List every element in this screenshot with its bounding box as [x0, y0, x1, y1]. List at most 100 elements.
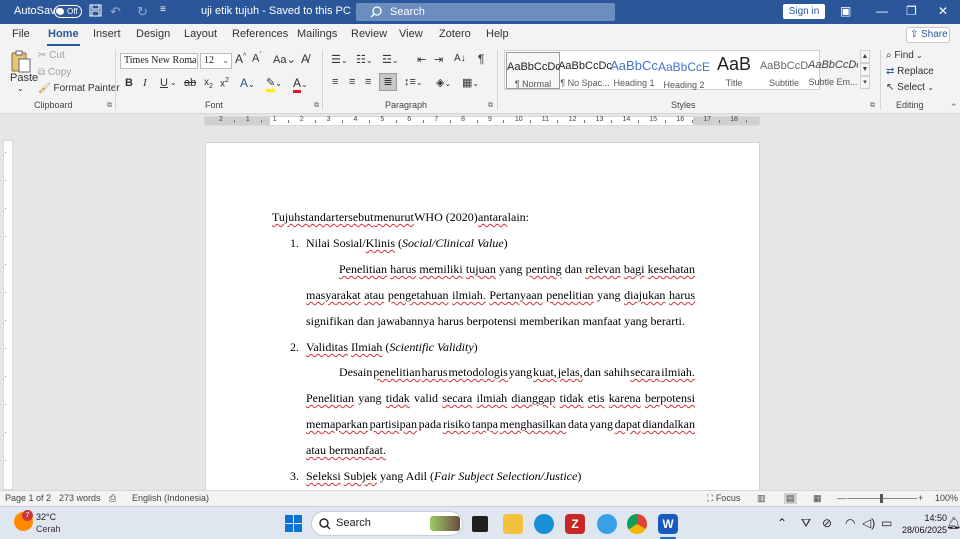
tab-mailings[interactable]: Mailings: [297, 28, 337, 40]
subscript-icon[interactable]: x2: [204, 77, 213, 90]
weather-condition[interactable]: Cerah: [36, 524, 61, 534]
tab-help[interactable]: Help: [486, 28, 509, 40]
justify-icon[interactable]: ≣: [379, 73, 397, 91]
tab-review[interactable]: Review: [351, 28, 387, 40]
style-heading-2[interactable]: AaBbCcE Heading 2: [657, 52, 711, 90]
file-explorer-icon[interactable]: [503, 514, 523, 534]
autosave-toggle[interactable]: Off: [54, 5, 82, 18]
italic-icon[interactable]: I: [143, 77, 147, 89]
restore-icon[interactable]: ❐: [906, 4, 917, 18]
ribbon-display-icon[interactable]: ▣: [840, 4, 851, 18]
style-title[interactable]: AaB Title: [707, 52, 761, 89]
camera-off-icon[interactable]: ⊘: [822, 516, 832, 530]
save-icon[interactable]: [89, 4, 102, 20]
volume-icon[interactable]: ◁): [862, 516, 875, 530]
align-center-icon[interactable]: ≡: [349, 76, 355, 88]
bullets-icon[interactable]: ☰⌄: [331, 53, 348, 66]
paste-button[interactable]: Paste: [10, 72, 38, 84]
chrome-icon[interactable]: [627, 514, 647, 534]
align-right-icon[interactable]: ≡: [365, 76, 371, 88]
gallery-down-icon[interactable]: ▼: [860, 63, 870, 76]
triangle-app-icon[interactable]: ⛛: [801, 516, 811, 531]
gallery-more-icon[interactable]: ▾: [860, 76, 870, 89]
clipboard-launcher-icon[interactable]: ⧉: [107, 102, 112, 110]
font-size-select[interactable]: 12 ⌄: [200, 53, 232, 69]
style-heading-1[interactable]: AaBbCc Heading 1: [607, 52, 661, 89]
edge-icon[interactable]: [534, 514, 554, 534]
bold-icon[interactable]: B: [125, 77, 133, 89]
paragraph-launcher-icon[interactable]: ⧉: [488, 102, 493, 110]
highlight-icon[interactable]: ✎⌄: [266, 76, 282, 92]
align-left-icon[interactable]: ≡: [332, 76, 338, 88]
sign-in-button[interactable]: Sign in: [783, 4, 825, 19]
chevron-down-icon[interactable]: ⌄: [170, 78, 177, 87]
tab-references[interactable]: References: [232, 28, 288, 40]
web-layout-icon[interactable]: ▦: [813, 493, 822, 504]
word-count[interactable]: 273 words: [59, 493, 101, 503]
redo-icon[interactable]: ↻: [137, 4, 148, 20]
borders-icon[interactable]: ▦⌄: [462, 76, 479, 89]
vertical-ruler[interactable]: · · · · · · · · · · · ·: [3, 140, 13, 490]
increase-indent-icon[interactable]: ⇥: [434, 53, 443, 66]
zoom-level[interactable]: 100%: [935, 493, 958, 503]
gallery-up-icon[interactable]: ▲: [860, 50, 870, 63]
style-no-spacing[interactable]: AaBbCcDc ¶ No Spac...: [558, 52, 612, 89]
show-formatting-icon[interactable]: ¶: [478, 52, 484, 66]
select-button[interactable]: ↖ Select ⌄: [886, 82, 934, 93]
temperature[interactable]: 32°C: [36, 512, 56, 522]
collapse-ribbon-icon[interactable]: ⌃: [950, 102, 958, 113]
word-icon[interactable]: W: [658, 514, 678, 534]
shading-icon[interactable]: ◈⌄: [436, 76, 451, 89]
undo-icon[interactable]: ↶: [110, 4, 121, 20]
print-layout-icon[interactable]: ▤: [784, 493, 797, 504]
close-icon[interactable]: ✕: [938, 4, 948, 18]
copilot-icon[interactable]: [597, 514, 617, 534]
tab-file[interactable]: File: [12, 28, 30, 40]
task-view-icon[interactable]: [472, 516, 488, 532]
grow-font-icon[interactable]: A^: [235, 52, 246, 66]
windows-start-icon[interactable]: [285, 515, 302, 532]
zoom-in-icon[interactable]: +: [918, 493, 923, 503]
font-launcher-icon[interactable]: ⧉: [314, 102, 319, 110]
search-box[interactable]: Search: [356, 3, 615, 21]
replace-button[interactable]: ⇄ Replace: [886, 66, 934, 77]
document-page[interactable]: Tujuh standar tersebut menurut WHO (2020…: [205, 142, 760, 492]
cut-button[interactable]: ✂ Cut: [38, 50, 65, 61]
chevron-up-icon[interactable]: ⌃: [777, 516, 787, 530]
minimize-icon[interactable]: —: [876, 4, 888, 18]
paste-dropdown-icon[interactable]: ⌄: [17, 84, 24, 93]
clock[interactable]: 14:50 28/06/2025: [902, 512, 947, 536]
customize-toolbar-icon[interactable]: ≡: [160, 4, 166, 15]
shrink-font-icon[interactable]: Aˇ: [252, 52, 262, 65]
tab-zotero[interactable]: Zotero: [439, 28, 471, 40]
page-count[interactable]: Page 1 of 2: [5, 493, 51, 503]
style-subtitle[interactable]: AaBbCcD Subtitle: [757, 52, 811, 89]
tab-home[interactable]: Home: [47, 28, 80, 46]
language[interactable]: English (Indonesia): [132, 493, 209, 503]
taskbar-search[interactable]: Search: [311, 511, 463, 536]
tab-design[interactable]: Design: [136, 28, 170, 40]
multilevel-list-icon[interactable]: ☲⌄: [382, 53, 399, 66]
zotero-icon[interactable]: Z: [565, 514, 585, 534]
superscript-icon[interactable]: x2: [220, 77, 229, 89]
notification-bell-icon[interactable]: 🔔︎: [946, 516, 960, 530]
style-normal[interactable]: AaBbCcDc ¶ Normal: [506, 52, 560, 89]
share-button[interactable]: Share: [906, 27, 950, 43]
copy-button[interactable]: ⧉ Copy: [38, 67, 71, 78]
proofing-icon[interactable]: ⎙: [109, 493, 116, 504]
numbering-icon[interactable]: ☷⌄: [356, 53, 373, 66]
font-family-select[interactable]: Times New Roma ⌄: [120, 53, 198, 69]
clear-formatting-icon[interactable]: A̸: [301, 52, 309, 66]
tab-insert[interactable]: Insert: [93, 28, 121, 40]
zoom-slider-thumb[interactable]: [880, 494, 883, 503]
style-subtle-emphasis[interactable]: AaBbCcDc Subtle Em...: [808, 51, 858, 88]
tab-layout[interactable]: Layout: [184, 28, 217, 40]
text-effects-icon[interactable]: A⌄: [240, 76, 255, 90]
strikethrough-icon[interactable]: ab: [184, 77, 196, 89]
font-color-icon[interactable]: A⌄: [293, 76, 308, 93]
sort-icon[interactable]: A↓: [454, 53, 466, 64]
underline-icon[interactable]: U: [160, 77, 168, 89]
wifi-icon[interactable]: ◠: [845, 516, 855, 530]
zoom-out-icon[interactable]: —: [837, 493, 846, 503]
decrease-indent-icon[interactable]: ⇤: [417, 53, 426, 66]
